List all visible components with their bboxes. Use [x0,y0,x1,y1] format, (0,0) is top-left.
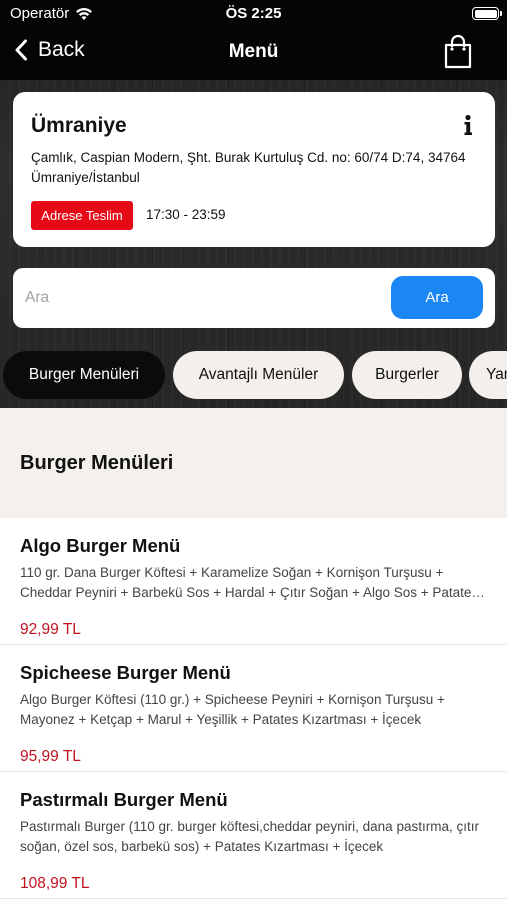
info-button[interactable] [461,114,475,136]
product-name: Spicheese Burger Menü [20,662,231,683]
product-price: 95,99 TL [20,748,81,765]
product-description: 110 gr. Dana Burger Köftesi + Karamelize… [20,565,479,600]
tab-avantajli-menuler[interactable]: Avantajlı Menüler [173,351,344,399]
tab-burgerler[interactable]: Burgerler [352,351,462,399]
section-header: Burger Menüleri [0,408,507,518]
product-list: Algo Burger Menü 110 gr. Dana Burger Köf… [0,518,507,899]
cart-button[interactable] [443,34,473,70]
search-input[interactable] [25,282,375,314]
product-name: Pastırmalı Burger Menü [20,789,228,810]
product-description: Pastırmalı Burger (110 gr. burger köftes… [20,819,479,854]
page-title: Menü [228,41,279,62]
category-tabs: Burger Menüleri Avantajlı Menüler Burger… [0,351,507,399]
battery-icon [472,7,502,20]
product-name: Algo Burger Menü [20,535,181,556]
search-button[interactable]: Ara [391,276,483,319]
info-icon [464,114,472,135]
status-time: ÖS 2:25 [225,5,282,22]
navigation-bar: Back Menü [0,28,507,80]
product-price: 92,99 TL [20,621,81,638]
branch-card: Ümraniye Çamlık, Caspian Modern, Şht. Bu… [13,92,495,247]
product-price: 108,99 TL [20,875,90,892]
branch-name: Ümraniye [31,114,127,137]
status-bar: Operatör ÖS 2:25 [0,0,507,28]
product-item[interactable]: Spicheese Burger Menü Algo Burger Köftes… [0,645,507,772]
shopping-bag-icon [444,34,472,69]
delivery-badge: Adrese Teslim [31,201,133,230]
opening-hours: 17:30 - 23:59 [146,207,226,222]
product-item[interactable]: Pastırmalı Burger Menü Pastırmalı Burger… [0,772,507,899]
product-description: Algo Burger Köftesi (110 gr.) + Spichees… [20,692,445,727]
search-bar: Ara [13,268,495,328]
tab-burger-menuleri[interactable]: Burger Menüleri [3,351,165,399]
section-title: Burger Menüleri [20,452,174,474]
tab-yan[interactable]: Yan [469,351,507,399]
branch-address: Çamlık, Caspian Modern, Şht. Burak Kurtu… [31,150,466,185]
product-item[interactable]: Algo Burger Menü 110 gr. Dana Burger Köf… [0,518,507,645]
